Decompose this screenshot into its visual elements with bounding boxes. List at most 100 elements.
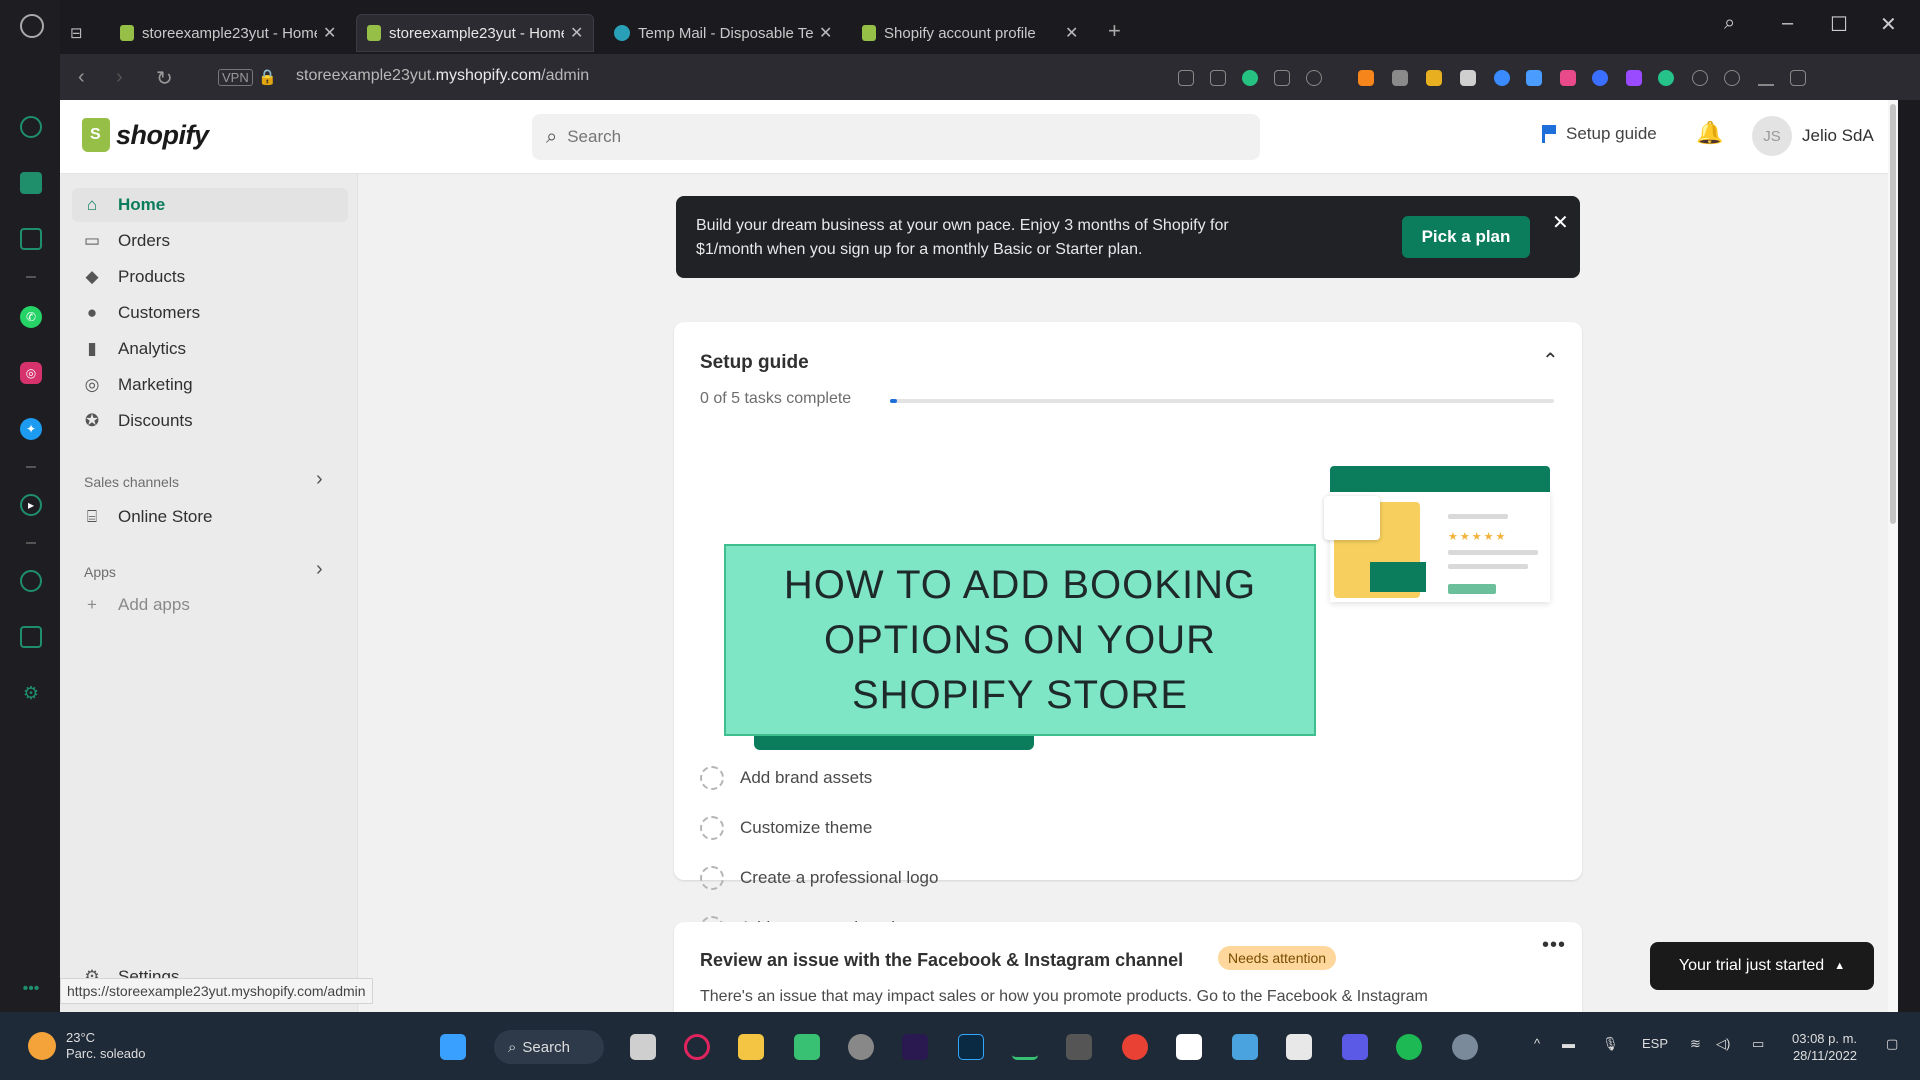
heart-icon[interactable] xyxy=(1306,70,1322,86)
extension-icon[interactable] xyxy=(1494,70,1510,86)
extension-icon[interactable] xyxy=(1392,70,1408,86)
download-icon[interactable] xyxy=(1758,70,1774,86)
tab-temp-mail[interactable]: Temp Mail - Disposable Te ✕ xyxy=(604,14,842,52)
language-indicator[interactable]: ESP xyxy=(1642,1036,1668,1051)
extension-icon[interactable] xyxy=(1178,70,1194,86)
reload-icon[interactable]: ↻ xyxy=(156,66,173,91)
avatar[interactable]: JS xyxy=(1752,116,1792,156)
photoshop-icon[interactable] xyxy=(958,1034,984,1060)
lock-icon[interactable]: 🔒 xyxy=(258,68,277,86)
back-icon[interactable]: ‹ xyxy=(78,66,85,89)
store-icon[interactable] xyxy=(1286,1034,1312,1060)
tab-workspace[interactable]: ⊟ xyxy=(70,14,100,52)
tab-store-home-2[interactable]: storeexample23yut - Home ✕ xyxy=(356,14,595,52)
trial-button[interactable]: Your trial just started ▲ xyxy=(1650,942,1874,990)
setup-guide-link[interactable]: Setup guide xyxy=(1542,124,1657,144)
opera-logo-icon[interactable] xyxy=(20,14,44,38)
extension-icon[interactable] xyxy=(1426,70,1442,86)
scrollbar-thumb[interactable] xyxy=(1890,104,1896,524)
easy-setup-icon[interactable] xyxy=(1790,70,1806,86)
chevron-right-icon[interactable]: › xyxy=(316,468,323,491)
close-tab-icon[interactable]: ✕ xyxy=(1065,23,1078,43)
aria-icon[interactable] xyxy=(20,172,42,194)
extension-icon[interactable] xyxy=(1460,70,1476,86)
scrollbar[interactable] xyxy=(1888,100,1898,1012)
battery-icon[interactable]: ▭ xyxy=(1752,1036,1764,1052)
nav-item-home[interactable]: ⌂ Home xyxy=(72,188,348,222)
mail-icon[interactable] xyxy=(1232,1034,1258,1060)
url-text[interactable]: storeexample23yut.myshopify.com/admin xyxy=(296,67,589,85)
extension-icon[interactable] xyxy=(1526,70,1542,86)
app-icon[interactable] xyxy=(794,1034,820,1060)
messenger-icon[interactable] xyxy=(20,228,42,250)
capcut-icon[interactable] xyxy=(1176,1034,1202,1060)
minimize-icon[interactable]: – xyxy=(1782,12,1793,35)
vpn-icon[interactable]: VPN xyxy=(218,69,253,86)
pick-plan-button[interactable]: Pick a plan xyxy=(1402,216,1530,258)
metamask-icon[interactable] xyxy=(1358,70,1374,86)
search-tabs-icon[interactable]: ⌕ xyxy=(1724,12,1735,35)
nav-item-analytics[interactable]: ▮ Analytics xyxy=(72,332,348,366)
shield-icon[interactable] xyxy=(1242,70,1258,86)
shopify-logo[interactable]: shopify xyxy=(82,118,209,152)
bell-icon[interactable]: 🔔 xyxy=(1696,120,1723,146)
app-icon[interactable] xyxy=(1012,1034,1038,1060)
close-tab-icon[interactable]: ✕ xyxy=(323,23,336,43)
task-item[interactable]: Create a professional logo xyxy=(700,866,938,890)
premiere-icon[interactable] xyxy=(902,1034,928,1060)
search-bar[interactable]: ⌕ xyxy=(532,114,1260,160)
nav-item-orders[interactable]: ▭ Orders xyxy=(72,224,348,258)
extension-icon[interactable] xyxy=(1658,70,1674,86)
history-icon[interactable] xyxy=(20,570,42,592)
notification-icon[interactable]: ▢ xyxy=(1886,1036,1898,1052)
clock[interactable]: 03:08 p. m. 28/11/2022 xyxy=(1792,1030,1857,1064)
settings-gear-icon[interactable]: ⚙ xyxy=(20,682,42,704)
cube-icon[interactable] xyxy=(20,626,42,648)
task-item[interactable]: Add brand assets xyxy=(700,766,872,790)
nav-item-customers[interactable]: ● Customers xyxy=(72,296,348,330)
send-icon[interactable] xyxy=(1274,70,1290,86)
dashed-circle-icon[interactable] xyxy=(700,816,724,840)
wifi-icon[interactable]: ≋ xyxy=(1690,1036,1701,1052)
nav-item-online-store[interactable]: ⌸ Online Store xyxy=(72,500,348,534)
player-icon[interactable]: ▸ xyxy=(20,494,42,516)
twitter-icon[interactable]: ✦ xyxy=(20,418,42,440)
app-icon[interactable] xyxy=(1342,1034,1368,1060)
nav-item-products[interactable]: ◆ Products xyxy=(72,260,348,294)
close-tab-icon[interactable]: ✕ xyxy=(819,23,832,43)
task-view-icon[interactable] xyxy=(630,1034,656,1060)
settings-icon[interactable] xyxy=(1452,1034,1478,1060)
new-tab-icon[interactable]: + xyxy=(1108,18,1121,44)
profile-icon[interactable] xyxy=(1724,70,1740,86)
tab-store-home-1[interactable]: storeexample23yut - Home ✕ xyxy=(110,14,346,52)
user-name[interactable]: Jelio SdA xyxy=(1802,126,1874,146)
microphone-icon[interactable]: 🎙 xyxy=(1602,1036,1619,1052)
close-icon[interactable]: ✕ xyxy=(1552,210,1569,235)
file-explorer-icon[interactable] xyxy=(738,1034,764,1060)
forward-icon[interactable]: › xyxy=(116,66,123,89)
close-window-icon[interactable]: ✕ xyxy=(1880,12,1897,37)
app-icon[interactable] xyxy=(848,1034,874,1060)
chevron-up-icon[interactable]: ^ xyxy=(1534,1036,1540,1051)
close-tab-icon[interactable]: ✕ xyxy=(570,23,583,43)
tab-account-profile[interactable]: Shopify account profile ✕ xyxy=(852,14,1088,52)
nav-item-add-apps[interactable]: + Add apps xyxy=(72,588,348,622)
maximize-icon[interactable]: ☐ xyxy=(1830,12,1848,37)
speed-dial-icon[interactable] xyxy=(20,116,42,138)
dashed-circle-icon[interactable] xyxy=(700,766,724,790)
windows-start-icon[interactable] xyxy=(440,1034,466,1060)
extension-icon[interactable] xyxy=(1626,70,1642,86)
extension-icon[interactable] xyxy=(1692,70,1708,86)
app-icon[interactable] xyxy=(1066,1034,1092,1060)
taskbar-search[interactable]: ⌕ Search xyxy=(494,1030,604,1064)
more-actions-icon[interactable]: ••• xyxy=(1542,934,1566,957)
opera-icon[interactable] xyxy=(684,1034,710,1060)
whatsapp-icon[interactable]: ✆ xyxy=(20,306,42,328)
spotify-icon[interactable] xyxy=(1396,1034,1422,1060)
nav-item-discounts[interactable]: ✪ Discounts xyxy=(72,404,348,438)
chrome-icon[interactable] xyxy=(1122,1034,1148,1060)
nav-item-marketing[interactable]: ◎ Marketing xyxy=(72,368,348,402)
tray-app-icon[interactable]: ▬ xyxy=(1562,1036,1575,1051)
task-item[interactable]: Customize theme xyxy=(700,816,872,840)
weather-widget[interactable]: 23°C Parc. soleado xyxy=(28,1030,146,1062)
